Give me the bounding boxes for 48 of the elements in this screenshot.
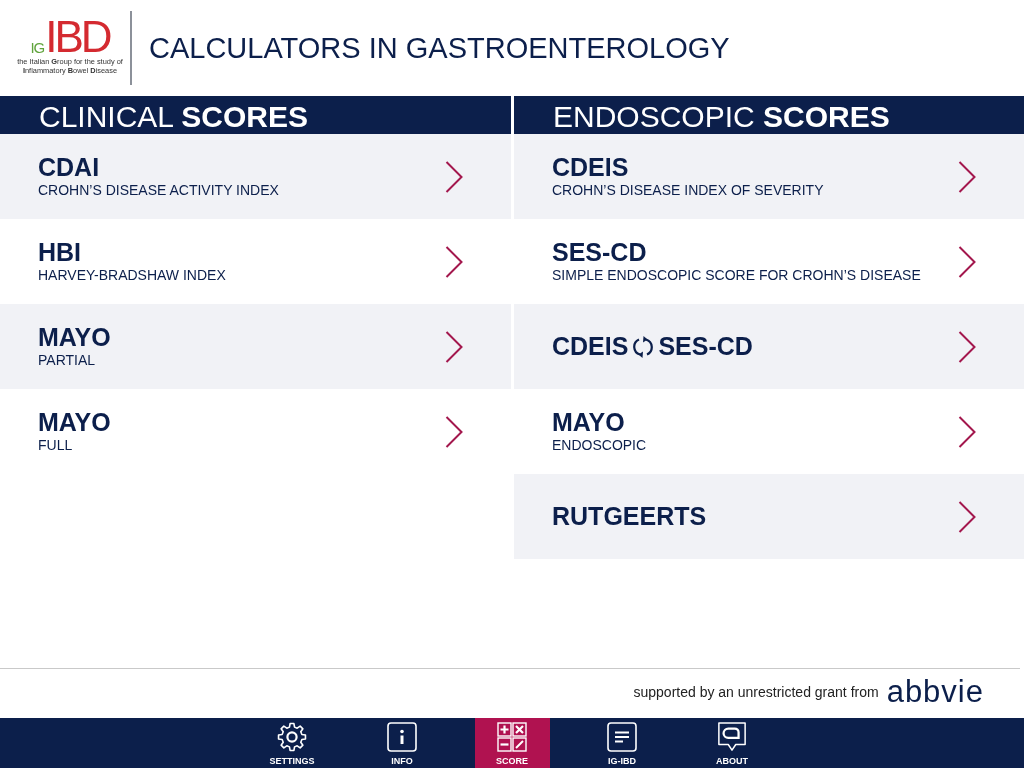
about-tab[interactable]: ABOUT [694,718,770,768]
sponsor-text: supported by an unrestricted grant from [633,683,879,700]
document-icon [607,722,637,752]
score-subtitle: PARTIAL [38,351,97,369]
score-title: SES-CD [658,332,753,361]
chevron-icon [445,330,463,363]
chevron-icon [958,245,976,278]
score-list-item[interactable]: CDAI CROHN’S DISEASE ACTIVITY INDEX [0,134,511,219]
score-subtitle: HARVEY-BRADSHAW INDEX [38,266,227,284]
info-icon [387,722,417,752]
chevron-icon [958,160,976,193]
gear-icon [277,722,307,752]
info-tab[interactable]: INFO [364,718,440,768]
score-title: CDEIS [552,154,630,182]
score-list-item[interactable]: RUTGEERTS [514,474,1024,559]
score-subtitle: ENDOSCOPIC [552,436,648,454]
score-title: CDEIS [552,332,629,361]
score-list-item[interactable]: CDEIS CROHN’S DISEASE INDEX OF SEVERITY [514,134,1024,219]
chevron-icon [445,160,463,193]
score-tab[interactable]: SCORE [474,718,550,768]
app-title: CALCULATORS IN GASTROENTEROLOGY [149,31,730,65]
section-heading: ENDOSCOPIC SCORES [514,96,1024,134]
speech-bubble-icon [717,722,747,752]
logo-mark: IG IBD [30,18,110,55]
score-title: MAYO [552,409,626,437]
score-subtitle: CROHN’S DISEASE ACTIVITY INDEX [38,181,280,199]
settings-tab[interactable]: SETTINGS [254,718,330,768]
score-list-item[interactable]: MAYO PARTIAL [0,304,511,389]
score-subtitle: FULL [38,436,74,454]
chevron-icon [958,500,976,533]
chevron-icon [445,245,463,278]
score-subtitle: CROHN’S DISEASE INDEX OF SEVERITY [552,181,825,199]
score-list-item[interactable]: CDEIS SES-CD [514,304,1024,389]
sponsor-logo: abbvie [886,676,984,707]
score-title: CDAI [38,154,101,182]
calculator-icon [497,722,527,752]
score-title: SES-CD [552,239,648,267]
chevron-icon [445,415,463,448]
score-title: MAYO [38,409,112,437]
chevron-icon [958,330,976,363]
chevron-icon [958,415,976,448]
score-title: RUTGEERTS [552,502,708,531]
score-title: HBI [38,239,83,267]
group-tab[interactable]: IG-IBD [584,718,660,768]
section-heading: CLINICAL SCORES [0,96,511,134]
circular-arrows-icon [633,334,654,359]
score-subtitle: SIMPLE ENDOSCOPIC SCORE FOR CROHN’S DISEASE [552,266,922,284]
score-title: MAYO [38,324,112,352]
